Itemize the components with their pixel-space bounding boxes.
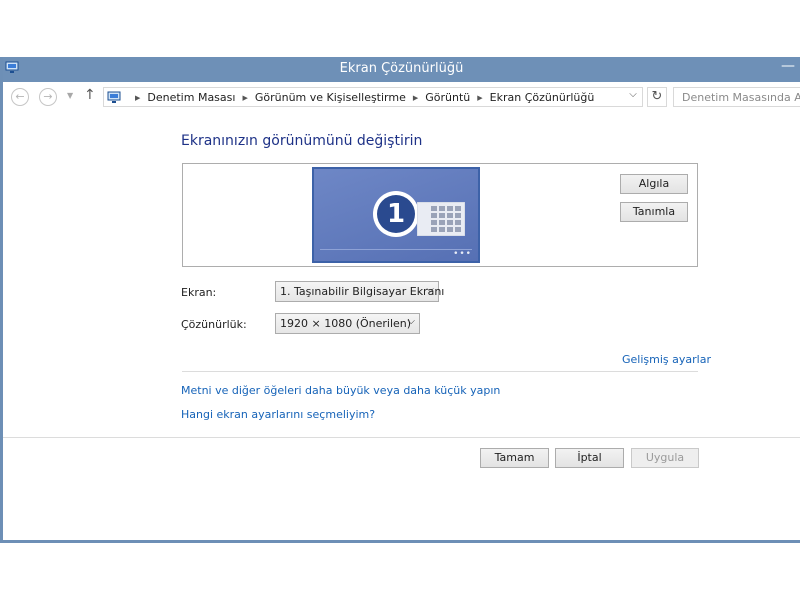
ok-button[interactable]: Tamam (480, 448, 549, 468)
breadcrumb-item[interactable]: Denetim Masası (147, 91, 235, 104)
resolution-select[interactable]: 1920 × 1080 (Önerilen) ⌵ (275, 313, 420, 334)
title-bar[interactable]: Ekran Çözünürlüğü — (3, 57, 800, 82)
screen-resolution-window: Ekran Çözünürlüğü — ← → ▼ ↑ ▶ Denetim Mas… (0, 57, 800, 543)
minimize-button[interactable]: — (776, 57, 800, 79)
resolution-label: Çözünürlük: (181, 318, 247, 331)
advanced-settings-link[interactable]: Gelişmiş ayarlar (622, 353, 711, 366)
breadcrumb-separator-icon[interactable]: ▶ (413, 94, 418, 102)
monitor-1-preview[interactable]: 1 ••• (312, 167, 480, 263)
resolution-select-value: 1920 × 1080 (Önerilen) (280, 317, 412, 330)
display-grid-icon (416, 201, 466, 239)
text-size-link[interactable]: Metni ve diğer öğeleri daha büyük veya d… (181, 384, 500, 397)
taskbar-line (320, 249, 472, 250)
up-arrow-icon[interactable]: ↑ (84, 87, 96, 103)
breadcrumb-separator-icon[interactable]: ▶ (477, 94, 482, 102)
section-divider (182, 371, 698, 372)
refresh-icon[interactable]: ↻ (647, 87, 667, 107)
search-input[interactable]: Denetim Masasında Ara (673, 87, 800, 107)
detect-button[interactable]: Algıla (620, 174, 688, 194)
breadcrumb: ▶ Denetim Masası ▶ Görünüm ve Kişiselleştir… (128, 91, 594, 104)
more-dots-icon: ••• (453, 249, 472, 259)
address-dropdown-chevron-icon[interactable]: ⌵ (626, 89, 640, 100)
monitor-number-badge: 1 (373, 191, 419, 237)
display-select[interactable]: 1. Taşınabilir Bilgisayar Ekranı ⌵ (275, 281, 444, 302)
monitor-number: 1 (377, 195, 415, 233)
control-panel-icon (107, 90, 121, 107)
display-settings-help-link[interactable]: Hangi ekran ayarlarını seçmeliyim? (181, 408, 375, 421)
breadcrumb-item[interactable]: Ekran Çözünürlüğü (490, 91, 595, 104)
identify-button[interactable]: Tanımla (620, 202, 688, 222)
navigation-bar: ← → ▼ ↑ ▶ Denetim Masası ▶ Görünüm ve Kişis… (3, 82, 800, 112)
breadcrumb-item[interactable]: Görüntü (425, 91, 470, 104)
breadcrumb-separator-icon[interactable]: ▶ (242, 94, 247, 102)
display-label: Ekran: (181, 286, 217, 299)
apply-button[interactable]: Uygula (631, 448, 699, 468)
address-bar[interactable]: ▶ Denetim Masası ▶ Görünüm ve Kişiselleştir… (103, 87, 643, 107)
chevron-down-icon: ⌵ (407, 316, 415, 327)
chevron-down-icon: ⌵ (426, 284, 434, 295)
recent-locations-chevron-icon[interactable]: ▼ (67, 91, 73, 100)
display-select-value: 1. Taşınabilir Bilgisayar Ekranı (280, 285, 445, 298)
breadcrumb-separator-icon[interactable]: ▶ (135, 94, 140, 102)
forward-arrow-icon[interactable]: → (39, 88, 57, 106)
window-title: Ekran Çözünürlüğü (339, 61, 464, 76)
footer-divider (3, 437, 800, 438)
breadcrumb-item[interactable]: Görünüm ve Kişiselleştirme (255, 91, 406, 104)
display-preview-area: 1 ••• Algıla Tanımla (182, 163, 698, 267)
back-arrow-icon[interactable]: ← (11, 88, 29, 106)
cancel-button[interactable]: İptal (555, 448, 624, 468)
page-title: Ekranınızın görünümünü değiştirin (181, 133, 423, 149)
